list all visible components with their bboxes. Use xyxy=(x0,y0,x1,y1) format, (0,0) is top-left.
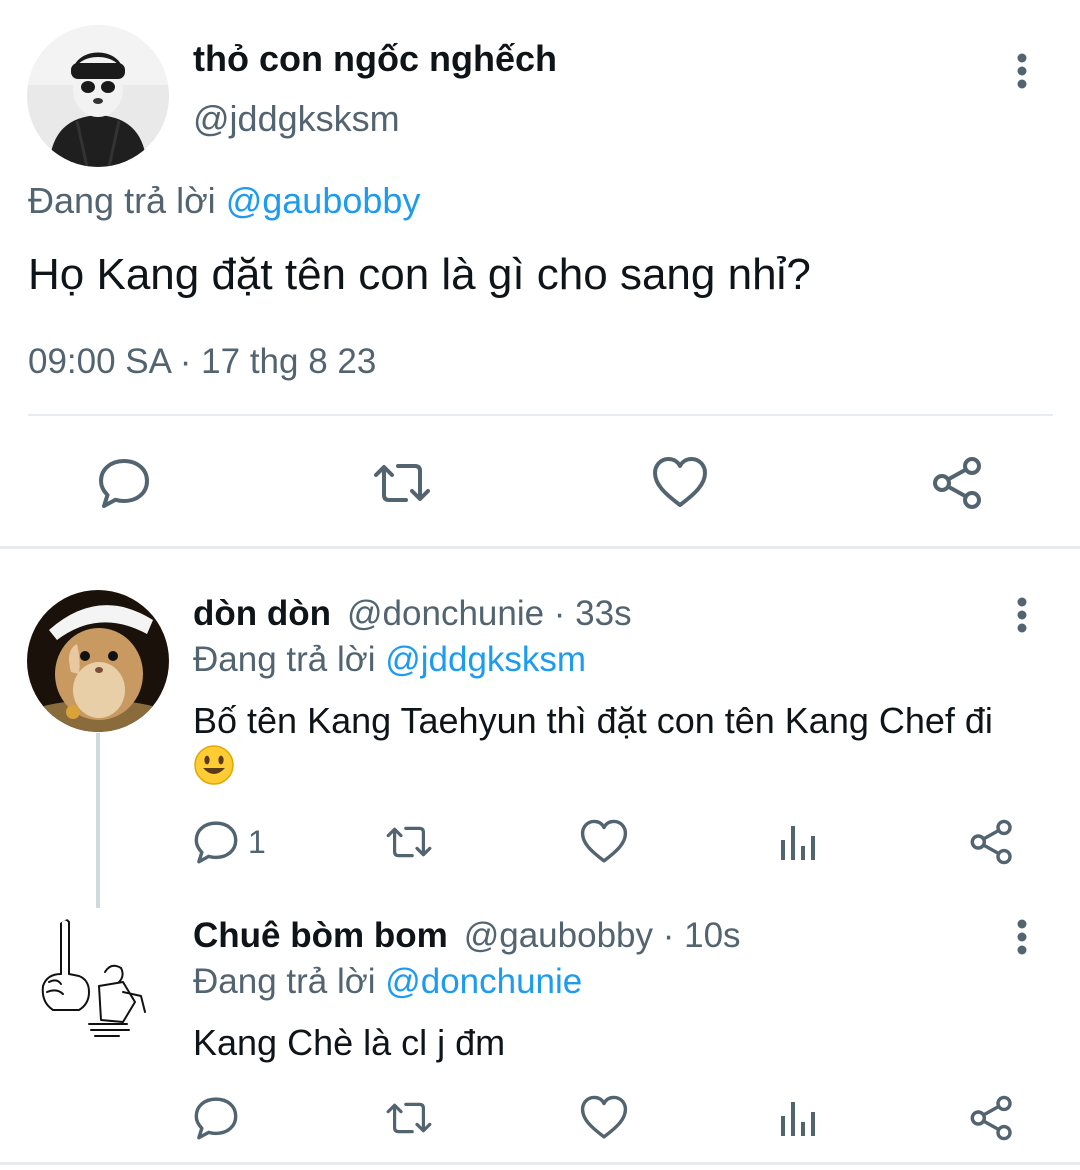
avatar-image xyxy=(27,25,169,167)
replying-to-link[interactable]: @donchunie xyxy=(385,962,582,1001)
replying-to: Đang trả lời @gaubobby xyxy=(28,180,420,222)
divider xyxy=(0,1162,1080,1165)
share-icon[interactable] xyxy=(968,818,1016,866)
replying-prefix: Đang trả lời xyxy=(193,962,376,1001)
avatar[interactable] xyxy=(27,590,169,732)
share-icon[interactable] xyxy=(968,1094,1016,1142)
avatar[interactable] xyxy=(27,912,169,1054)
like-icon[interactable] xyxy=(652,455,708,511)
reply-header: dòn dòn @donchunie · 33s xyxy=(193,594,632,634)
replying-to: Đang trả lời @jddgksksm xyxy=(193,640,586,680)
replying-to-link[interactable]: @gaubobby xyxy=(226,180,421,221)
display-name[interactable]: dòn dòn xyxy=(193,594,331,633)
like-icon[interactable] xyxy=(580,1094,628,1142)
analytics-icon[interactable] xyxy=(774,1094,822,1142)
reply-text-content: Bố tên Kang Taehyun thì đặt con tên Kang… xyxy=(193,700,993,741)
user-handle[interactable]: @jddgksksm xyxy=(193,98,400,140)
replying-prefix: Đang trả lời xyxy=(28,180,216,221)
display-name[interactable]: Chuê bòm bom xyxy=(193,916,448,955)
retweet-icon[interactable] xyxy=(385,818,433,866)
avatar-image xyxy=(27,590,169,732)
avatar-image xyxy=(27,912,169,1054)
retweet-icon[interactable] xyxy=(385,1094,433,1142)
replying-to-link[interactable]: @jddgksksm xyxy=(385,640,586,679)
retweet-icon[interactable] xyxy=(372,455,430,511)
analytics-icon[interactable] xyxy=(774,818,822,866)
user-handle[interactable]: @gaubobby · 10s xyxy=(464,916,741,955)
section-divider xyxy=(0,546,1080,549)
share-icon[interactable] xyxy=(930,455,986,511)
replying-prefix: Đang trả lời xyxy=(193,640,376,679)
like-icon[interactable] xyxy=(580,818,628,866)
reply-text: Kang Chè là cl j đm xyxy=(193,1022,506,1063)
tweet-text: Họ Kang đặt tên con là gì cho sang nhỉ? xyxy=(28,250,811,299)
user-handle[interactable]: @donchunie · 33s xyxy=(347,594,632,633)
tweet-timestamp[interactable]: 09:00 SA · 17 thg 8 23 xyxy=(28,342,376,382)
main-tweet: thỏ con ngốc nghếch @jddgksksm Đang trả … xyxy=(0,0,1080,549)
thread-line xyxy=(96,733,100,908)
more-options-icon[interactable] xyxy=(1008,918,1036,958)
display-name[interactable]: thỏ con ngốc nghếch xyxy=(193,38,557,80)
reply-icon[interactable] xyxy=(192,1094,240,1142)
reply-text: Bố tên Kang Taehyun thì đặt con tên Kang… xyxy=(193,698,1063,791)
replying-to: Đang trả lời @donchunie xyxy=(193,962,582,1002)
avatar[interactable] xyxy=(27,25,169,167)
reply-icon[interactable] xyxy=(192,818,240,866)
reply-count: 1 xyxy=(248,824,266,860)
reply-icon[interactable] xyxy=(96,455,152,511)
divider xyxy=(28,414,1053,416)
smiling-face-emoji xyxy=(193,744,235,786)
more-options-icon[interactable] xyxy=(1008,52,1036,92)
reply-header: Chuê bòm bom @gaubobby · 10s xyxy=(193,916,741,956)
more-options-icon[interactable] xyxy=(1008,596,1036,636)
